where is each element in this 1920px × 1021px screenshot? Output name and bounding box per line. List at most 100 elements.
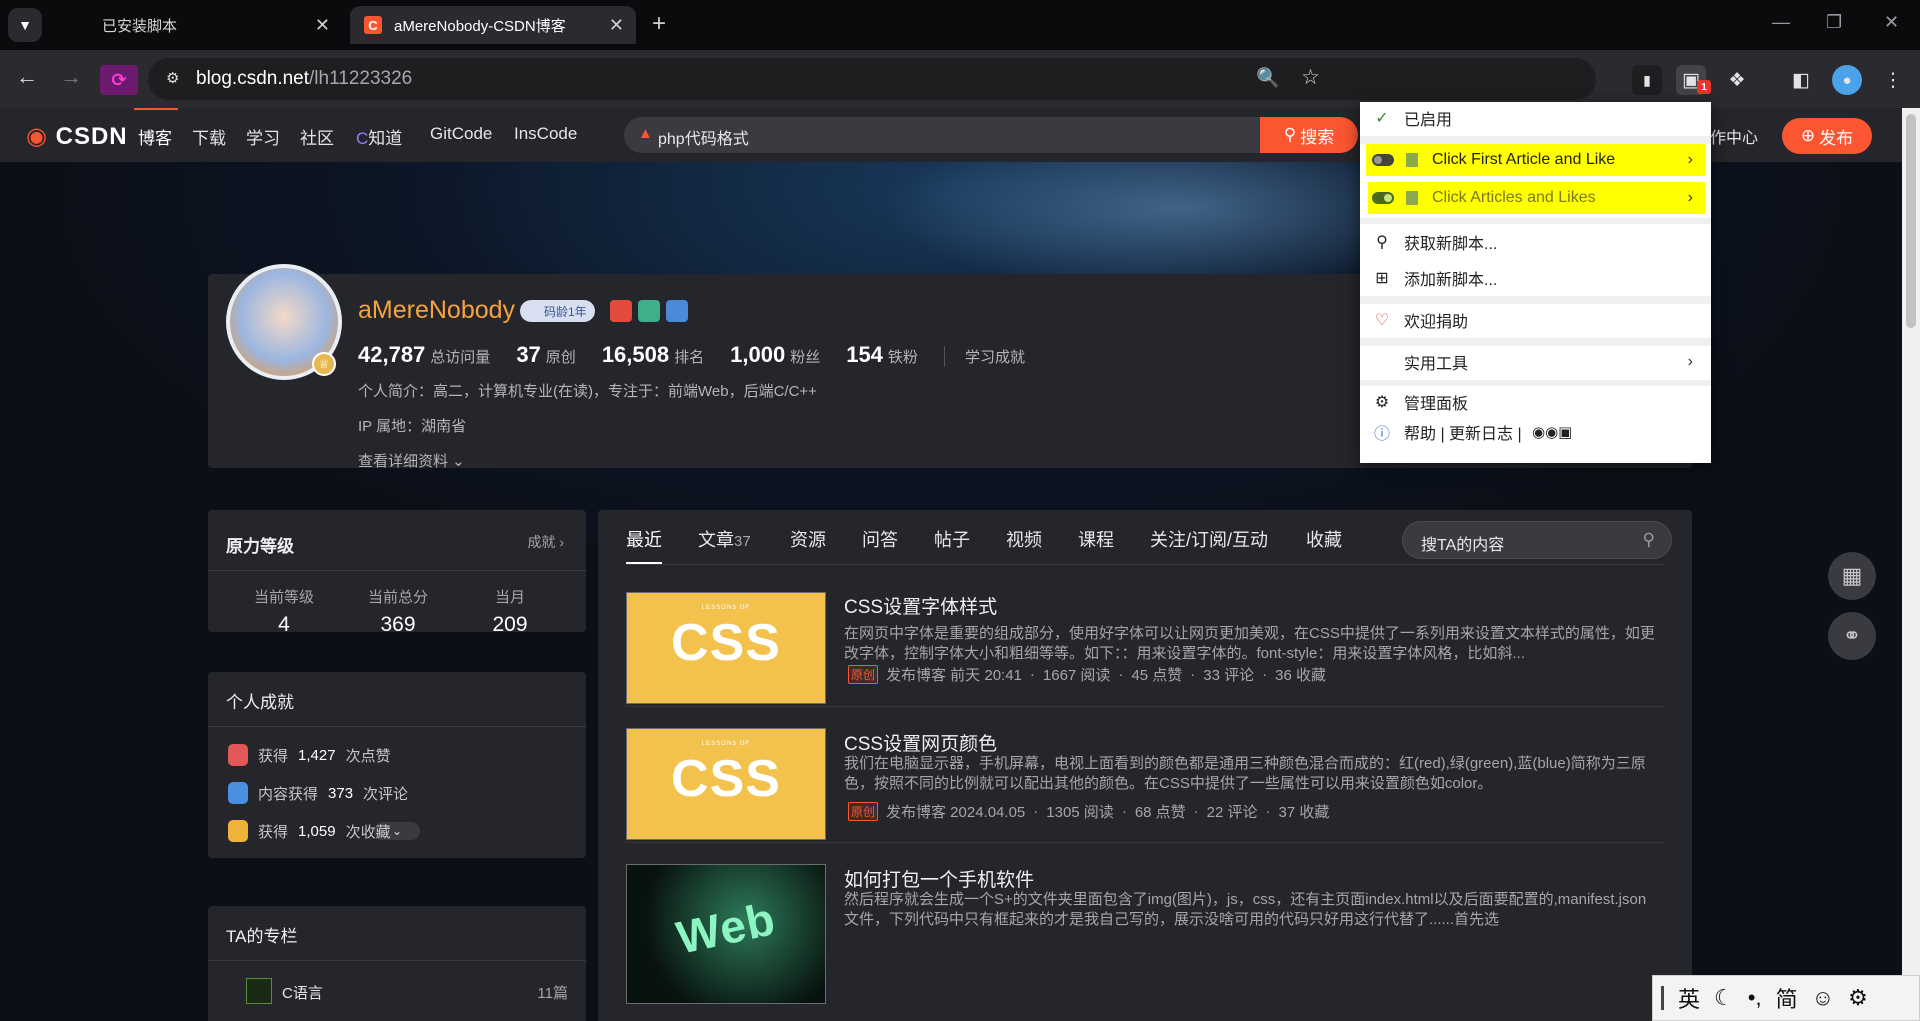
- tab-courses[interactable]: 课程: [1078, 526, 1114, 552]
- back-icon[interactable]: ←: [16, 64, 38, 90]
- tab-resources[interactable]: 资源: [790, 526, 826, 552]
- site-settings-icon[interactable]: ⚙: [166, 69, 184, 87]
- csdn-favicon-icon: C: [364, 16, 382, 34]
- stat-fans[interactable]: 1,000 粉丝: [730, 342, 820, 368]
- nav-item-inscode[interactable]: InsCode: [514, 124, 577, 144]
- columns-title: TA的专栏: [226, 927, 298, 946]
- tab-videos[interactable]: 视频: [1006, 526, 1042, 552]
- achievements-title: 个人成就: [226, 693, 294, 712]
- qrcode-icon[interactable]: ▦: [1828, 552, 1876, 600]
- csdn-logo[interactable]: ◉ CSDN: [26, 122, 128, 151]
- emoji-icon[interactable]: ☺: [1812, 985, 1834, 1011]
- view-details-link[interactable]: 查看详细资料 ⌄: [358, 450, 465, 471]
- script-icon: [1406, 153, 1418, 167]
- menu-help[interactable]: ⓘ 帮助 | 更新日志 | ◉◉▣: [1360, 416, 1711, 448]
- achievement-link[interactable]: 成就 ›: [527, 532, 564, 552]
- tab-qa[interactable]: 问答: [862, 526, 898, 552]
- search-button[interactable]: ⚲ 搜索: [1260, 117, 1358, 153]
- article-desc[interactable]: 然后程序就会生成一个S+的文件夹里面包含了img(图片)，js，css，还有主页…: [844, 890, 1648, 930]
- scrollbar-thumb[interactable]: [1906, 114, 1916, 328]
- tab-search-button[interactable]: ▼: [8, 8, 42, 42]
- tab-articles[interactable]: 文章37: [698, 526, 751, 552]
- bookmark-star-icon[interactable]: ☆: [1301, 65, 1320, 90]
- profile-avatar[interactable]: ●: [1832, 65, 1862, 95]
- extension-icon[interactable]: ▮: [1632, 65, 1662, 95]
- menu-script-first-article[interactable]: Click First Article and Like ›: [1360, 144, 1711, 176]
- creator-center-link[interactable]: 作中心: [1710, 124, 1758, 148]
- badge-icon[interactable]: [638, 300, 660, 322]
- nav-item-community[interactable]: 社区: [300, 124, 334, 149]
- menu-tools[interactable]: 实用工具 ›: [1360, 346, 1711, 378]
- address-bar[interactable]: ⚙ blog.csdn.net/lh11223326 🔍 ☆: [148, 58, 1596, 100]
- column-name[interactable]: C语言: [282, 982, 323, 1003]
- article-title[interactable]: CSS设置网页颜色: [844, 729, 997, 756]
- headset-icon[interactable]: ⚭: [1828, 612, 1876, 660]
- menu-get-new-script[interactable]: ⚲ 获取新脚本...: [1360, 226, 1711, 258]
- moon-icon[interactable]: ☾: [1714, 985, 1734, 1011]
- ime-toolbar: 英 ☾ •, 简 ☺ ⚙: [1652, 975, 1920, 1021]
- tab-favorites[interactable]: 收藏: [1306, 526, 1342, 552]
- menu-enabled[interactable]: ✓ 已启用: [1360, 102, 1711, 134]
- menu-script-articles-likes[interactable]: Click Articles and Likes ›: [1360, 182, 1711, 214]
- forward-icon[interactable]: →: [60, 64, 82, 90]
- help-links[interactable]: 帮助 | 更新日志 |: [1404, 420, 1522, 444]
- nav-item-zhidao[interactable]: C知道: [356, 124, 402, 149]
- badge-icon[interactable]: [666, 300, 688, 322]
- flame-icon: ▲: [638, 125, 653, 142]
- nav-item-download[interactable]: 下载: [192, 124, 226, 149]
- stat-original[interactable]: 37 原创: [516, 342, 576, 368]
- chevron-right-icon: ›: [1687, 151, 1693, 168]
- level-total: 当前总分 369: [367, 589, 428, 636]
- article-thumbnail[interactable]: Web: [626, 864, 826, 1004]
- extension-icon[interactable]: ⟳: [100, 65, 138, 95]
- stat-visits[interactable]: 42,787 总访问量: [358, 342, 490, 368]
- toggle-icon[interactable]: [1372, 192, 1394, 204]
- tab-recent[interactable]: 最近: [626, 526, 662, 565]
- ime-mode[interactable]: 简: [1776, 982, 1798, 1014]
- menu-donate[interactable]: ♡ 欢迎捐助: [1360, 304, 1711, 336]
- article-title[interactable]: CSS设置字体样式: [844, 592, 997, 619]
- url-text[interactable]: blog.csdn.net/lh11223326: [196, 68, 412, 90]
- nav-item-learn[interactable]: 学习: [246, 124, 280, 149]
- gear-icon[interactable]: ⚙: [1848, 985, 1868, 1011]
- close-icon[interactable]: ✕: [609, 15, 624, 36]
- tab-csdn-blog[interactable]: C aMereNobody-CSDN博客 ✕: [350, 6, 636, 44]
- page-scrollbar[interactable]: [1902, 108, 1920, 1021]
- minimize-button[interactable]: —: [1772, 12, 1790, 33]
- stat-learning[interactable]: 学习成就: [943, 346, 1025, 367]
- social-icons[interactable]: ◉◉▣: [1532, 423, 1572, 441]
- zoom-icon[interactable]: 🔍: [1256, 66, 1280, 90]
- nav-item-gitcode[interactable]: GitCode: [430, 124, 492, 144]
- article-desc[interactable]: 在网页中字体是重要的组成部分，使用好字体可以让网页更加美观，在CSS中提供了一系…: [844, 624, 1664, 664]
- tab-follow[interactable]: 关注/订阅/互动: [1150, 526, 1268, 552]
- info-icon: ⓘ: [1373, 426, 1390, 443]
- menu-dashboard[interactable]: ⚙ 管理面板: [1360, 386, 1711, 418]
- restore-button[interactable]: ❐: [1826, 12, 1842, 33]
- publish-button[interactable]: ⊕ 发布: [1782, 118, 1872, 154]
- profile-ip: IP 属地：湖南省: [358, 418, 467, 435]
- new-tab-button[interactable]: +: [652, 10, 666, 38]
- window-close-button[interactable]: ✕: [1884, 12, 1899, 33]
- stat-iron-fans[interactable]: 154 铁粉: [846, 342, 918, 368]
- tab-installed-scripts[interactable]: 已安装脚本 ✕: [58, 6, 342, 44]
- extensions-puzzle-icon[interactable]: ❖: [1722, 65, 1752, 95]
- ime-grip[interactable]: [1661, 986, 1664, 1010]
- content-search-input[interactable]: 搜TA的内容 ⚲: [1402, 521, 1672, 559]
- nav-item-blog[interactable]: 博客: [134, 108, 178, 149]
- article-title[interactable]: 如何打包一个手机软件: [844, 865, 1034, 892]
- close-icon[interactable]: ✕: [315, 15, 330, 36]
- tab-posts[interactable]: 帖子: [934, 526, 970, 552]
- article-desc[interactable]: 我们在电脑显示器，手机屏幕，电视上面看到的颜色都是通用三种颜色混合而成的：红(r…: [844, 754, 1664, 794]
- achievement-favorites: 获得 1,059 次收藏: [228, 820, 391, 842]
- article-thumbnail[interactable]: LESSONS OF CSS: [626, 728, 826, 840]
- toggle-icon[interactable]: [1372, 154, 1394, 166]
- ime-lang[interactable]: 英: [1678, 982, 1700, 1014]
- stat-rank[interactable]: 16,508 排名: [602, 342, 704, 368]
- punctuation-icon[interactable]: •,: [1748, 985, 1762, 1011]
- menu-add-new-script[interactable]: ⊞ 添加新脚本...: [1360, 262, 1711, 294]
- article-thumbnail[interactable]: LESSONS OF CSS: [626, 592, 826, 704]
- badge-icon[interactable]: [610, 300, 632, 322]
- site-search-input[interactable]: ▲ php代码格式: [624, 117, 1260, 153]
- menu-kebab-icon[interactable]: ⋮: [1878, 65, 1908, 95]
- side-panel-icon[interactable]: ◧: [1786, 65, 1816, 95]
